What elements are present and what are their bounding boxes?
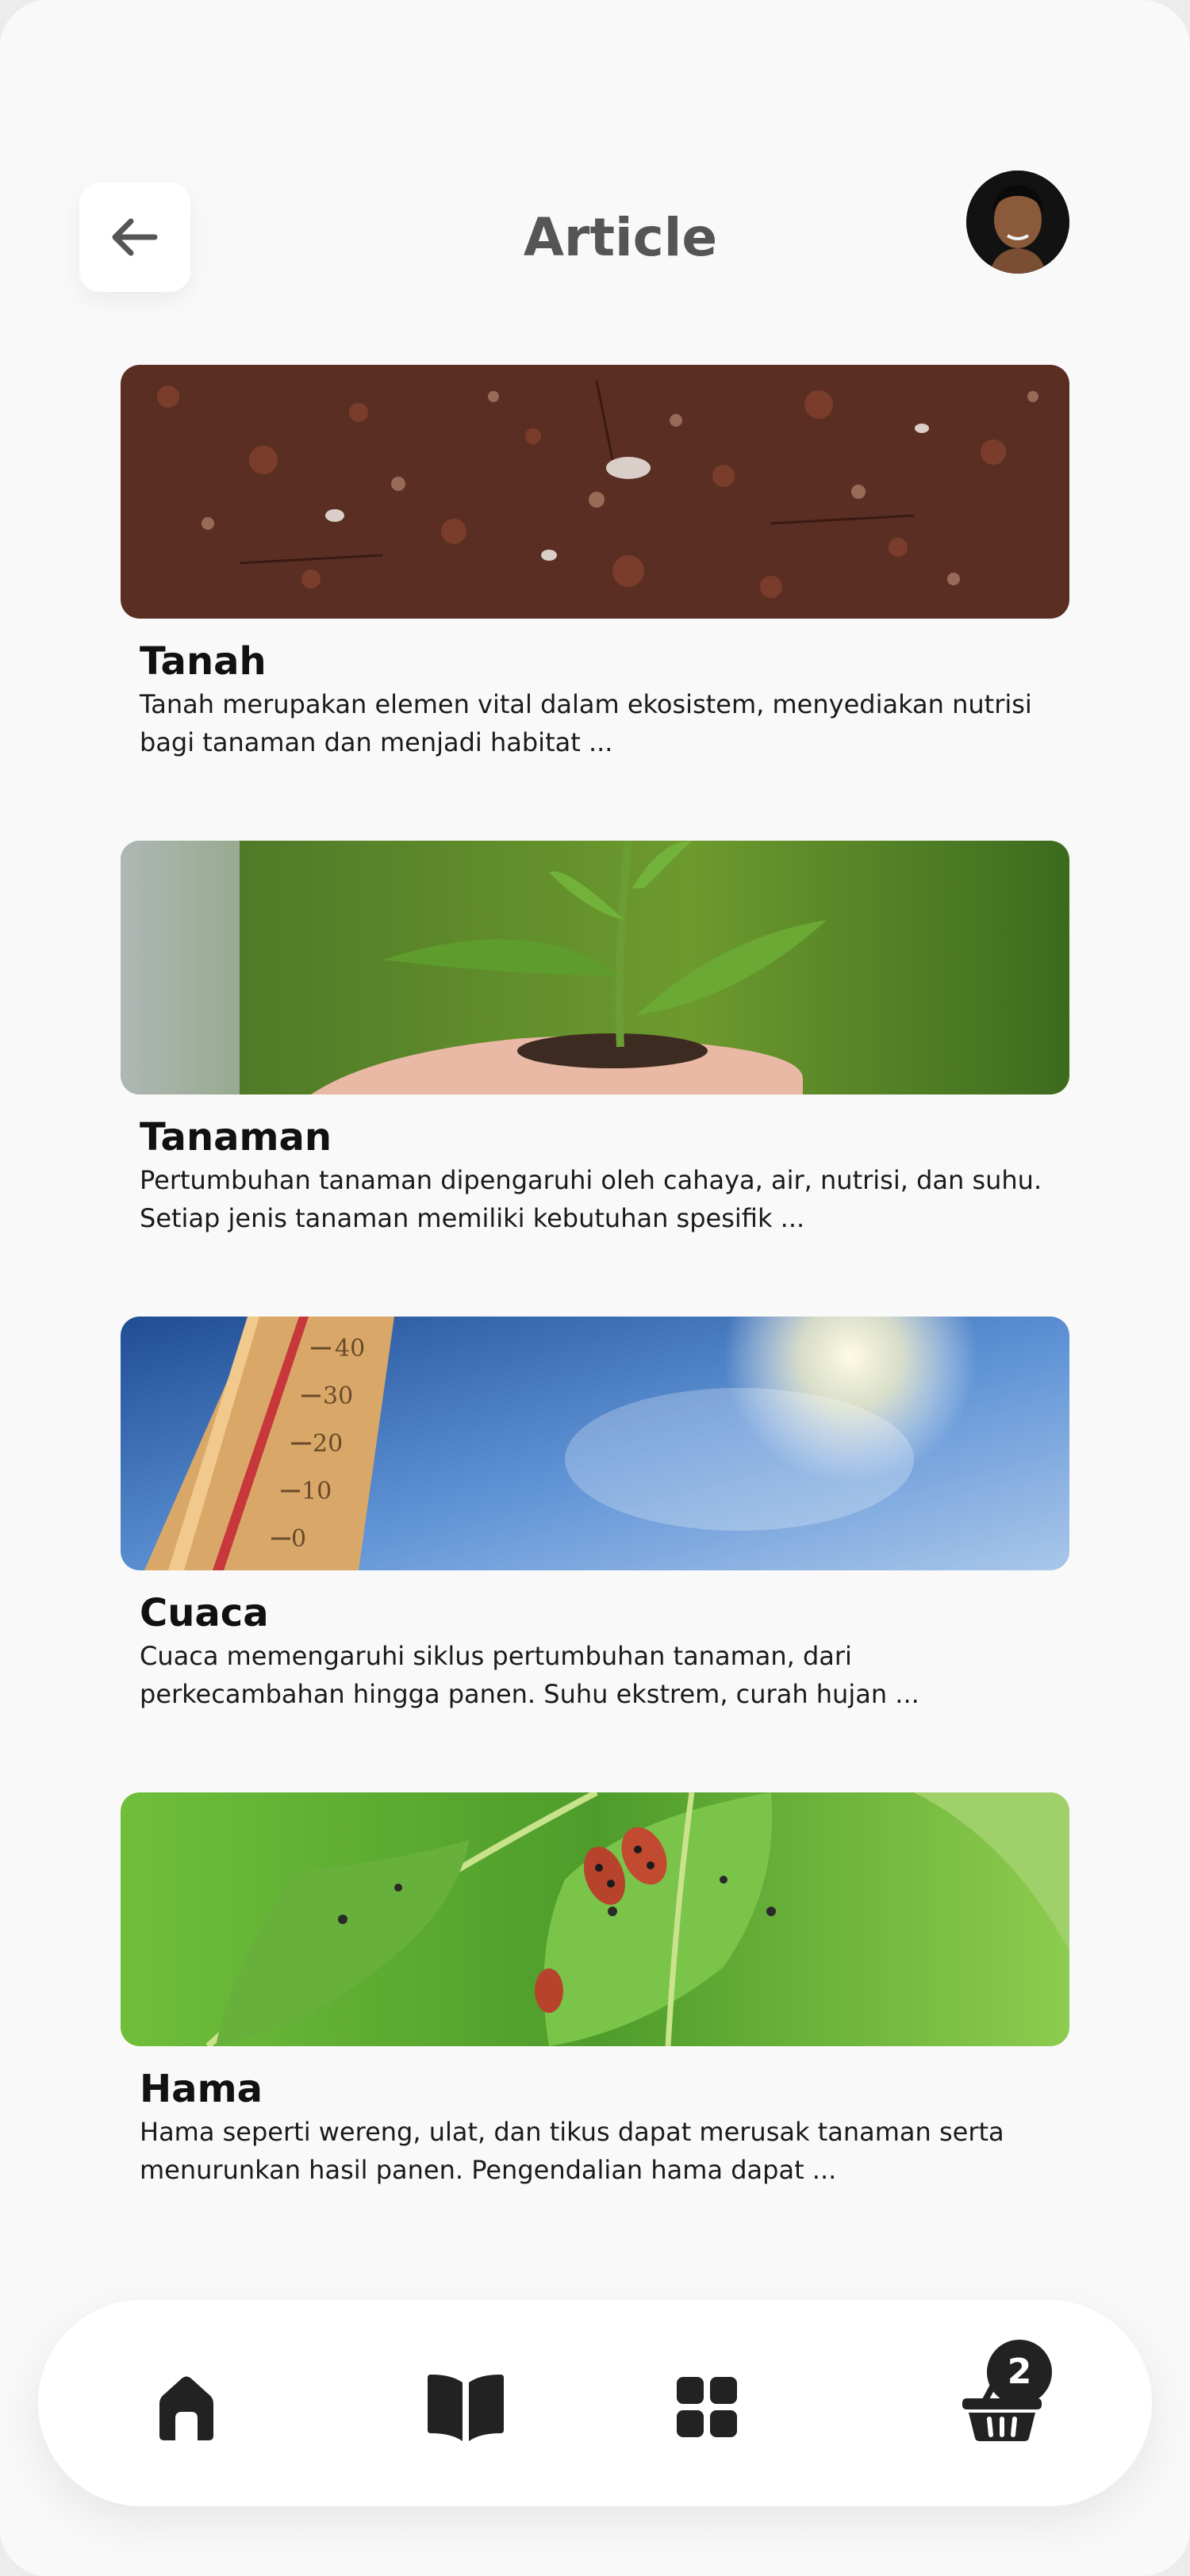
article-card-tanaman[interactable]: Tanaman Pertumbuhan tanaman dipengaruhi …: [121, 841, 1069, 1237]
nav-articles[interactable]: [422, 2371, 509, 2443]
bottom-navigation: [38, 2300, 1152, 2506]
article-title: Cuaca: [140, 1591, 269, 1635]
back-button[interactable]: [79, 182, 190, 292]
svg-text:0: 0: [291, 1525, 306, 1553]
svg-text:20: 20: [313, 1430, 343, 1458]
svg-text:10: 10: [301, 1478, 332, 1505]
thermometer-sky-photo: 40 30 20 10 0: [121, 1317, 1069, 1570]
article-card-cuaca[interactable]: 40 30 20 10 0 Cuaca Cuaca memengaruhi si…: [121, 1317, 1069, 1713]
article-title: Tanaman: [140, 1115, 332, 1160]
article-title: Tanah: [140, 639, 267, 684]
user-avatar[interactable]: [966, 171, 1069, 274]
article-excerpt: Hama seperti wereng, ulat, dan tikus dap…: [140, 2117, 1004, 2185]
home-icon: [159, 2376, 213, 2440]
book-icon: [428, 2375, 504, 2441]
article-card-hama[interactable]: Hama Hama seperti wereng, ulat, dan tiku…: [121, 1792, 1069, 2189]
seedling-in-hands-photo: [121, 841, 1069, 1094]
svg-text:30: 30: [323, 1382, 353, 1410]
article-excerpt: Tanah merupakan elemen vital dalam ekosi…: [140, 689, 1032, 757]
svg-text:40: 40: [335, 1335, 365, 1363]
soil-photo: [121, 365, 1069, 619]
app-screen: Article Tanah Tanah merupakan elemen vit…: [0, 0, 1190, 2576]
cart-count-badge: 2: [987, 2340, 1052, 2405]
grid-icon: [677, 2377, 737, 2437]
page-title: Article: [523, 207, 718, 268]
article-card-tanah[interactable]: Tanah Tanah merupakan elemen vital dalam…: [121, 365, 1069, 761]
article-excerpt: Pertumbuhan tanaman dipengaruhi oleh cah…: [140, 1165, 1042, 1233]
beetles-on-leaf-photo: [121, 1792, 1069, 2046]
article-title: Hama: [140, 2067, 263, 2111]
arrow-left-icon: [112, 218, 158, 256]
nav-categories[interactable]: [663, 2371, 750, 2443]
nav-home[interactable]: [143, 2371, 230, 2443]
article-excerpt: Cuaca memengaruhi siklus pertumbuhan tan…: [140, 1641, 919, 1709]
